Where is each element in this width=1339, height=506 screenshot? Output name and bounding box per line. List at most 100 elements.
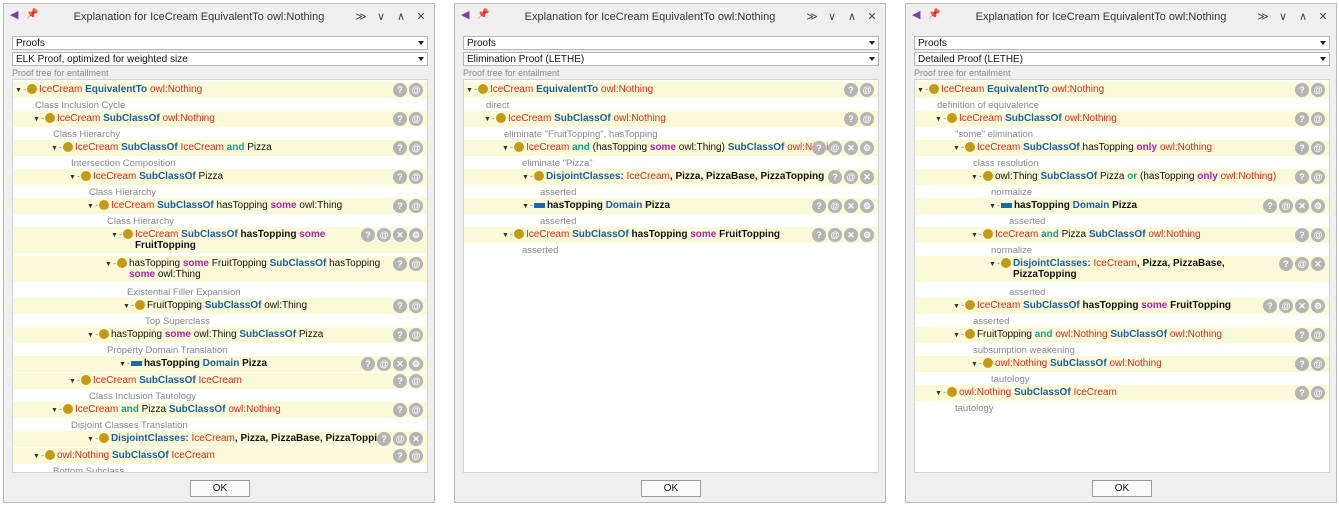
- annotation-icon[interactable]: @: [1311, 228, 1325, 242]
- annotation-icon[interactable]: @: [1279, 299, 1293, 313]
- proof-method-select[interactable]: Elimination Proof (LETHE): [463, 52, 879, 66]
- expand-triangle-icon[interactable]: ▼: [989, 259, 996, 270]
- expand-triangle-icon[interactable]: ▼: [989, 201, 996, 212]
- help-icon[interactable]: ?: [361, 228, 375, 242]
- proof-type-select[interactable]: Proofs: [463, 36, 879, 50]
- expand-triangle-icon[interactable]: ▼: [69, 172, 76, 183]
- annotation-icon[interactable]: @: [409, 170, 423, 184]
- expand-triangle-icon[interactable]: ▼: [51, 143, 58, 154]
- maximize-icon[interactable]: ∧: [394, 10, 408, 23]
- annotation-icon[interactable]: @: [860, 83, 874, 97]
- axiom-row[interactable]: ▼ - owl:Thing SubClassOf Pizza or (hasTopp…: [915, 169, 1329, 185]
- annotation-icon[interactable]: @: [1311, 170, 1325, 184]
- delete-icon[interactable]: ✕: [393, 357, 407, 371]
- settings-icon[interactable]: ⚙: [860, 199, 874, 213]
- ok-button[interactable]: OK: [190, 480, 250, 497]
- settings-icon[interactable]: ⚙: [409, 228, 423, 242]
- annotation-icon[interactable]: @: [1311, 112, 1325, 126]
- annotation-icon[interactable]: @: [1279, 199, 1293, 213]
- minimize-icon[interactable]: ∨: [825, 10, 839, 23]
- axiom-row[interactable]: ▼ - owl:Nothing SubClassOf IceCream? @: [915, 385, 1329, 401]
- help-icon[interactable]: ?: [393, 199, 407, 213]
- axiom-row[interactable]: ▼ - IceCream SubClassOf hasTopping some Fru…: [13, 227, 427, 253]
- annotation-icon[interactable]: @: [1311, 386, 1325, 400]
- expand-triangle-icon[interactable]: ▼: [15, 85, 22, 96]
- help-icon[interactable]: ?: [393, 403, 407, 417]
- help-icon[interactable]: ?: [1295, 83, 1309, 97]
- expand-triangle-icon[interactable]: ▼: [502, 230, 509, 241]
- close-icon[interactable]: ✕: [865, 10, 879, 23]
- help-icon[interactable]: ?: [393, 299, 407, 313]
- expand-triangle-icon[interactable]: ▼: [123, 301, 130, 312]
- delete-icon[interactable]: ✕: [1311, 257, 1325, 271]
- help-icon[interactable]: ?: [1263, 299, 1277, 313]
- expand-triangle-icon[interactable]: ▼: [953, 143, 960, 154]
- axiom-row[interactable]: ▼ - IceCream EquivalentTo owl:Nothing? @: [13, 82, 427, 98]
- annotation-icon[interactable]: @: [393, 432, 407, 446]
- delete-icon[interactable]: ✕: [1295, 299, 1309, 313]
- axiom-row[interactable]: ▼ - IceCream and Pizza SubClassOf owl:Noth…: [915, 227, 1329, 243]
- settings-icon[interactable]: ⚙: [1311, 199, 1325, 213]
- annotation-icon[interactable]: @: [409, 328, 423, 342]
- help-icon[interactable]: ?: [393, 112, 407, 126]
- pin-icon[interactable]: 📌: [26, 10, 38, 20]
- proof-type-select[interactable]: Proofs: [914, 36, 1330, 50]
- axiom-row[interactable]: ▼ - IceCream EquivalentTo owl:Nothing? @: [464, 82, 878, 98]
- help-icon[interactable]: ?: [393, 257, 407, 271]
- help-icon[interactable]: ?: [393, 141, 407, 155]
- proof-method-select[interactable]: ELK Proof, optimized for weighted size: [12, 52, 428, 66]
- close-icon[interactable]: ✕: [414, 10, 428, 23]
- keep-above-icon[interactable]: ≫: [1256, 10, 1270, 23]
- delete-icon[interactable]: ✕: [860, 170, 874, 184]
- expand-triangle-icon[interactable]: ▼: [87, 434, 94, 445]
- axiom-row[interactable]: ▼ - hasTopping Domain Pizza? @ ✕ ⚙: [13, 356, 427, 372]
- keep-above-icon[interactable]: ≫: [354, 10, 368, 23]
- delete-icon[interactable]: ✕: [844, 141, 858, 155]
- pin-icon[interactable]: 📌: [477, 10, 489, 20]
- expand-triangle-icon[interactable]: ▼: [971, 230, 978, 241]
- axiom-row[interactable]: ▼ - IceCream SubClassOf owl:Nothing? @: [464, 111, 878, 127]
- axiom-row[interactable]: ▼ - IceCream and Pizza SubClassOf owl:Noth…: [13, 402, 427, 418]
- title-bar[interactable]: ◀ 📌 Explanation for IceCream EquivalentT…: [906, 4, 1336, 31]
- ok-button[interactable]: OK: [641, 480, 701, 497]
- axiom-row[interactable]: ▼ - DisjointClasses: IceCream, Pizza, Pizz…: [13, 431, 427, 447]
- expand-triangle-icon[interactable]: ▼: [502, 143, 509, 154]
- help-icon[interactable]: ?: [844, 83, 858, 97]
- axiom-row[interactable]: ▼ - hasTopping Domain Pizza? @ ✕ ⚙: [464, 198, 878, 214]
- annotation-icon[interactable]: @: [844, 170, 858, 184]
- axiom-row[interactable]: ▼ - IceCream SubClassOf IceCream and Pizza…: [13, 140, 427, 156]
- proof-tree[interactable]: ▼ - IceCream EquivalentTo owl:Nothing? @ def…: [914, 79, 1330, 473]
- proof-method-select[interactable]: Detailed Proof (LETHE): [914, 52, 1330, 66]
- expand-triangle-icon[interactable]: ▼: [69, 376, 76, 387]
- close-icon[interactable]: ✕: [1316, 10, 1330, 23]
- help-icon[interactable]: ?: [377, 432, 391, 446]
- keep-above-icon[interactable]: ≫: [805, 10, 819, 23]
- axiom-row[interactable]: ▼ - IceCream SubClassOf owl:Nothing? @: [915, 111, 1329, 127]
- minimize-icon[interactable]: ∨: [374, 10, 388, 23]
- axiom-row[interactable]: ▼ - IceCream and (hasTopping some owl:Thin…: [464, 140, 878, 156]
- annotation-icon[interactable]: @: [1311, 357, 1325, 371]
- annotation-icon[interactable]: @: [828, 141, 842, 155]
- help-icon[interactable]: ?: [1279, 257, 1293, 271]
- expand-triangle-icon[interactable]: ▼: [33, 451, 40, 462]
- help-icon[interactable]: ?: [1263, 199, 1277, 213]
- axiom-row[interactable]: ▼ - hasTopping some FruitTopping SubClassO…: [13, 256, 427, 282]
- axiom-row[interactable]: ▼ - owl:Nothing SubClassOf owl:Nothing? @: [915, 356, 1329, 372]
- annotation-icon[interactable]: @: [377, 228, 391, 242]
- axiom-row[interactable]: ▼ - IceCream SubClassOf Pizza? @: [13, 169, 427, 185]
- help-icon[interactable]: ?: [1295, 328, 1309, 342]
- axiom-row[interactable]: ▼ - DisjointClasses: IceCream, Pizza, Pizz…: [915, 256, 1329, 282]
- title-bar[interactable]: ◀ 📌 Explanation for IceCream EquivalentT…: [455, 4, 885, 31]
- annotation-icon[interactable]: @: [409, 83, 423, 97]
- help-icon[interactable]: ?: [1295, 228, 1309, 242]
- help-icon[interactable]: ?: [828, 170, 842, 184]
- axiom-row[interactable]: ▼ - IceCream SubClassOf hasTopping only ow…: [915, 140, 1329, 156]
- expand-triangle-icon[interactable]: ▼: [119, 359, 126, 370]
- help-icon[interactable]: ?: [812, 141, 826, 155]
- expand-triangle-icon[interactable]: ▼: [87, 201, 94, 212]
- annotation-icon[interactable]: @: [409, 141, 423, 155]
- expand-triangle-icon[interactable]: ▼: [953, 301, 960, 312]
- maximize-icon[interactable]: ∧: [845, 10, 859, 23]
- help-icon[interactable]: ?: [361, 357, 375, 371]
- delete-icon[interactable]: ✕: [409, 432, 423, 446]
